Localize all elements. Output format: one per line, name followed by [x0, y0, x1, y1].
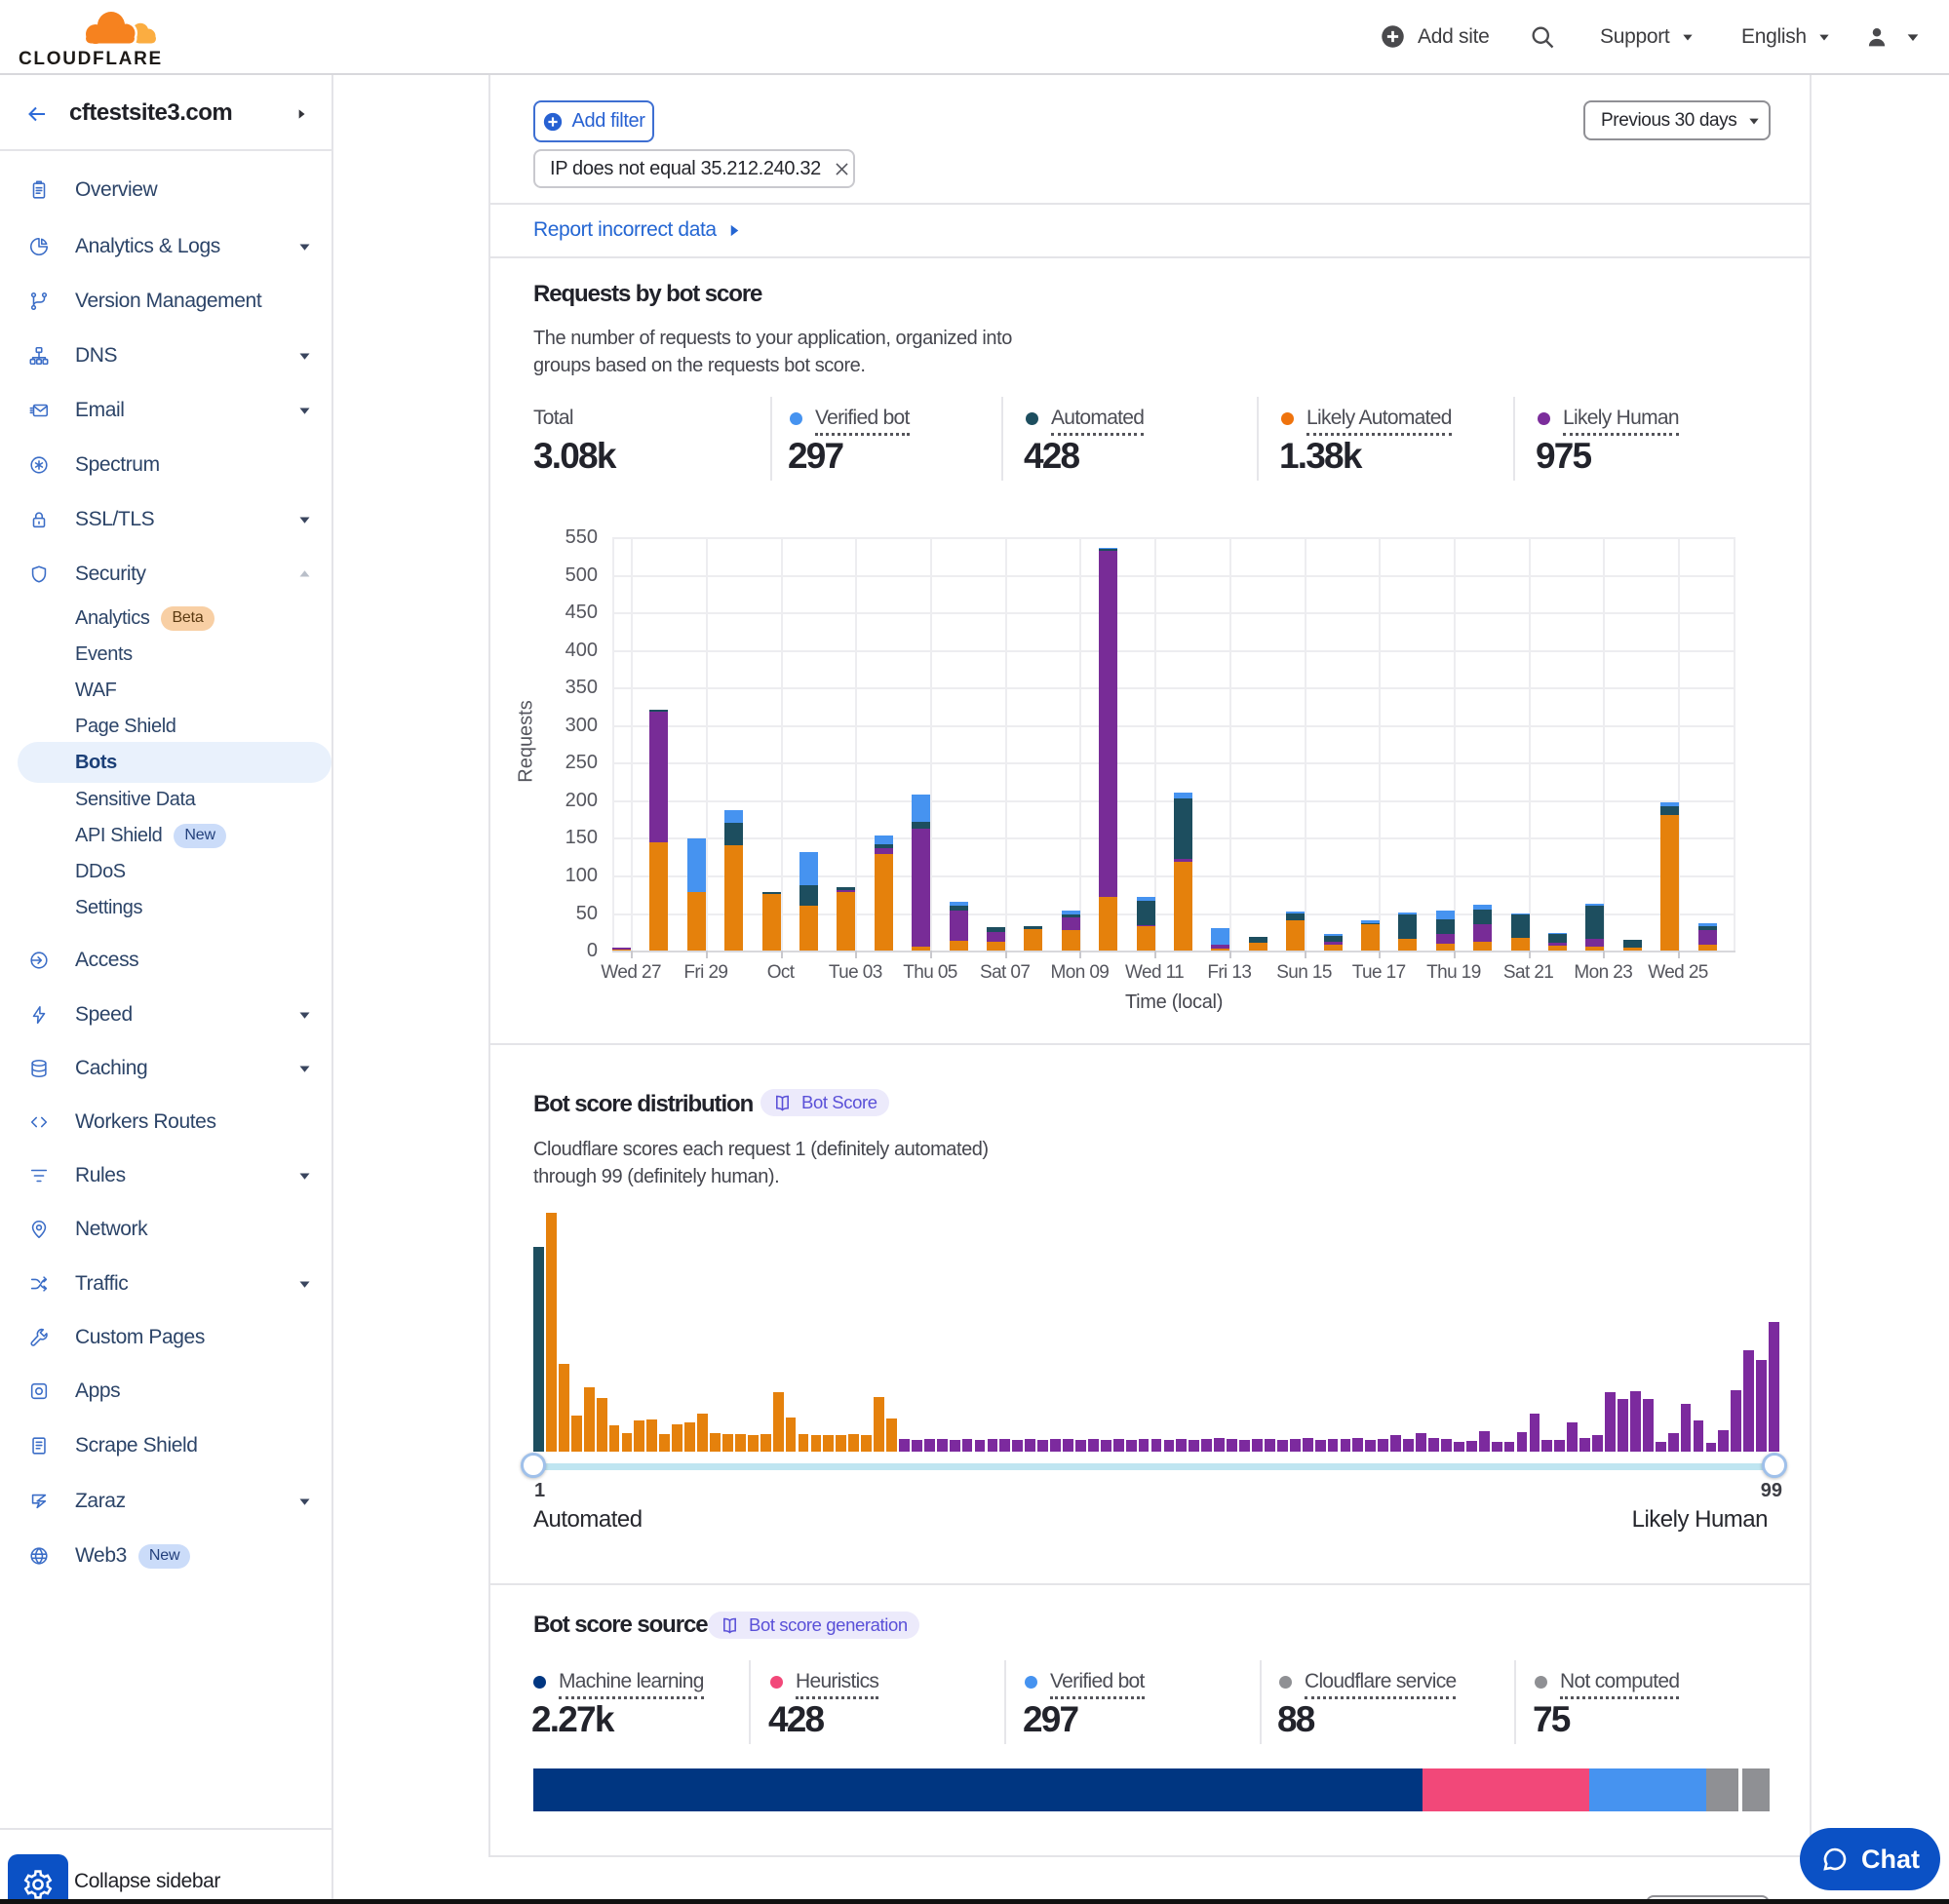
svg-text:CLOUDFLARE: CLOUDFLARE [19, 49, 163, 69]
